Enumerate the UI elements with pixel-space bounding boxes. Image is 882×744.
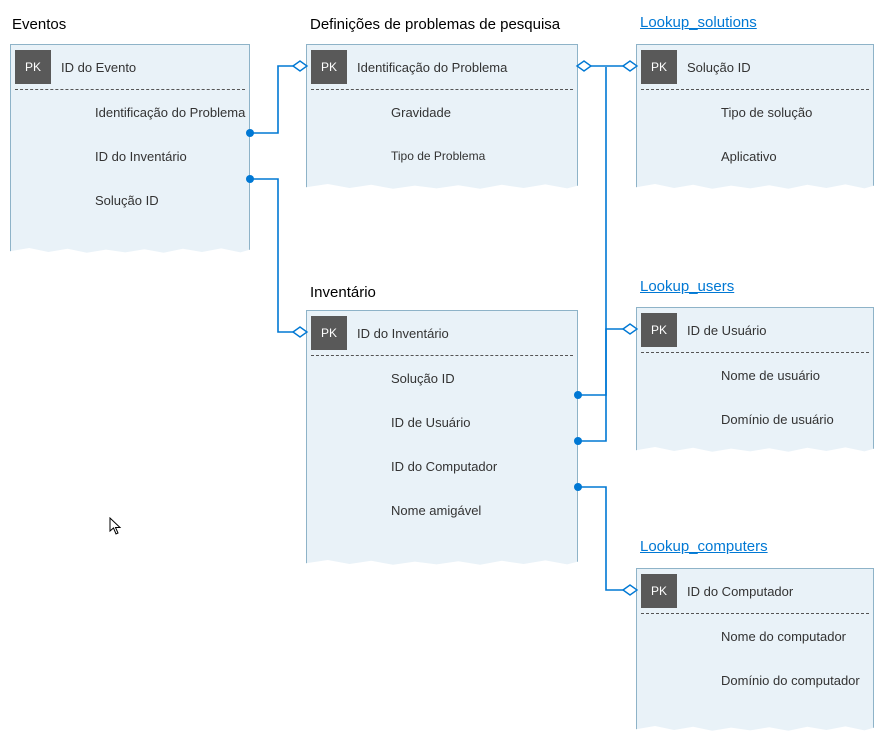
field-label: Solução ID	[687, 60, 751, 75]
field-label: ID do Evento	[61, 60, 136, 75]
pk-badge: PK	[641, 574, 677, 608]
pk-badge: PK	[15, 50, 51, 84]
field-label: ID de Usuário	[687, 323, 766, 338]
torn-edge	[636, 726, 874, 734]
field-label: Gravidade	[391, 105, 451, 120]
field-label: Identificação do Problema	[357, 60, 507, 75]
table-solutions: PK Solução ID Tipo de solução Aplicativo	[636, 44, 874, 192]
table-row: Domínio do computador	[637, 658, 873, 702]
table-row: Nome de usuário	[637, 353, 873, 397]
field-label: Solução ID	[95, 193, 159, 208]
field-label: ID do Computador	[687, 584, 793, 599]
table-row: ID de Usuário	[307, 400, 577, 444]
table-title-users[interactable]: Lookup_users	[640, 278, 734, 295]
field-label: Nome do computador	[721, 629, 846, 644]
table-title-inventario: Inventário	[310, 284, 376, 301]
field-label: Identificação do Problema	[95, 105, 245, 120]
torn-edge	[10, 248, 250, 256]
connector-defs-solutions	[577, 61, 637, 71]
table-computers: PK ID do Computador Nome do computador D…	[636, 568, 874, 734]
field-label: Tipo de solução	[721, 105, 812, 120]
field-label: Solução ID	[391, 371, 455, 386]
field-label: ID de Usuário	[391, 415, 470, 430]
torn-edge	[306, 560, 578, 568]
field-label: Domínio de usuário	[721, 412, 834, 427]
connector-eventos-inventario	[246, 175, 307, 337]
table-row: Solução ID	[307, 356, 577, 400]
table-row: ID do Computador	[307, 444, 577, 488]
pk-badge: PK	[641, 313, 677, 347]
table-row: Identificação do Problema	[11, 90, 249, 134]
torn-edge	[306, 184, 578, 192]
table-row: Nome amigável	[307, 488, 577, 532]
table-row: ID do Inventário	[11, 134, 249, 178]
table-row: PK Identificação do Problema	[307, 45, 577, 89]
field-label: Nome de usuário	[721, 368, 820, 383]
table-row: Nome do computador	[637, 614, 873, 658]
connector-inventario-solutions	[574, 67, 606, 399]
table-defs: PK Identificação do Problema Gravidade T…	[306, 44, 578, 192]
table-row: Aplicativo	[637, 134, 873, 178]
field-label: ID do Computador	[391, 459, 497, 474]
table-row: Tipo de solução	[637, 90, 873, 134]
field-label: Domínio do computador	[721, 673, 860, 688]
table-row: PK ID de Usuário	[637, 308, 873, 352]
field-label: Tipo de Problema	[391, 149, 485, 163]
table-title-defs: Definições de problemas de pesquisa	[310, 16, 560, 33]
pk-badge: PK	[311, 50, 347, 84]
field-label: ID do Inventário	[95, 149, 187, 164]
table-inventario: PK ID do Inventário Solução ID ID de Usu…	[306, 310, 578, 568]
table-title-eventos: Eventos	[12, 16, 66, 33]
table-row: Domínio de usuário	[637, 397, 873, 441]
connector-inventario-users	[574, 324, 637, 445]
field-label: Nome amigável	[391, 503, 481, 518]
field-label: ID do Inventário	[357, 326, 449, 341]
table-eventos: PK ID do Evento Identificação do Problem…	[10, 44, 250, 256]
table-row: Tipo de Problema	[307, 134, 577, 178]
pk-badge: PK	[311, 316, 347, 350]
table-row: Solução ID	[11, 178, 249, 222]
field-label: Aplicativo	[721, 149, 777, 164]
table-row: PK ID do Evento	[11, 45, 249, 89]
table-row: PK ID do Inventário	[307, 311, 577, 355]
table-row: Gravidade	[307, 90, 577, 134]
table-title-computers[interactable]: Lookup_computers	[640, 538, 768, 555]
table-row: PK ID do Computador	[637, 569, 873, 613]
table-users: PK ID de Usuário Nome de usuário Domínio…	[636, 307, 874, 455]
connector-inventario-computers	[574, 483, 637, 595]
table-title-solutions[interactable]: Lookup_solutions	[640, 14, 757, 31]
torn-edge	[636, 447, 874, 455]
pk-badge: PK	[641, 50, 677, 84]
torn-edge	[636, 184, 874, 192]
connector-eventos-defs	[246, 61, 307, 137]
table-row: PK Solução ID	[637, 45, 873, 89]
